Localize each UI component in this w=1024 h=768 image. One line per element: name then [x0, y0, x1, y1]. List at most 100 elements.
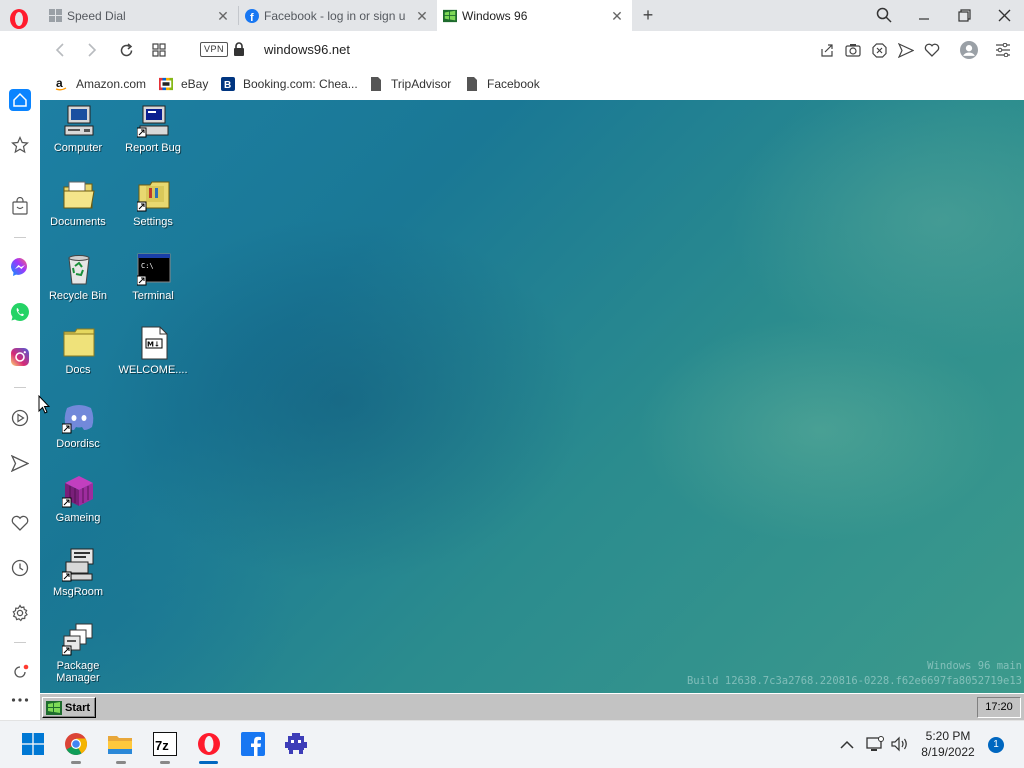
desktop-icon-documents[interactable]: Documents	[40, 178, 116, 248]
network-icon[interactable]	[866, 735, 884, 753]
instagram-icon[interactable]	[9, 346, 31, 368]
share-icon[interactable]	[818, 41, 836, 59]
bookmark-tripadvisor[interactable]: TripAdvisor	[369, 75, 451, 92]
tab-title: Windows 96	[462, 8, 528, 23]
desktop-icon-computer[interactable]: Computer	[40, 104, 116, 174]
tab-facebook[interactable]: f Facebook - log in or sign u ✕	[239, 0, 437, 31]
adblock-icon[interactable]	[870, 41, 888, 59]
tab-speed-dial[interactable]: Speed Dial ✕	[42, 0, 238, 31]
send-flow-icon[interactable]	[9, 452, 31, 474]
desktop-icon-terminal[interactable]: C:\ Terminal	[115, 252, 191, 322]
close-tab-icon[interactable]: ✕	[610, 9, 624, 23]
folder-icon	[63, 328, 95, 357]
svg-text:B: B	[224, 80, 231, 91]
player-icon[interactable]	[9, 407, 31, 429]
history-clock-icon[interactable]	[9, 557, 31, 579]
minimize-icon[interactable]	[915, 6, 933, 24]
opera-menu-icon[interactable]	[8, 8, 30, 30]
opera-sidebar	[0, 31, 40, 720]
sidebar-divider	[14, 237, 26, 238]
bookmark-label: Amazon.com	[76, 76, 147, 91]
desktop-icon-gameing[interactable]: Gameing	[40, 474, 116, 544]
system-clock[interactable]: 5:20 PM 8/19/2022	[918, 728, 978, 760]
desktop-icon-msgroom[interactable]: MsgRoom	[40, 548, 116, 618]
settings-folder-icon	[137, 181, 170, 212]
facebook-taskbar-icon[interactable]	[240, 731, 266, 757]
back-icon[interactable]	[50, 40, 70, 60]
desktop-icon-report-bug[interactable]: Report Bug	[115, 104, 191, 174]
settings-gear-icon[interactable]	[9, 602, 31, 624]
desktop-icon-label: Docs	[65, 364, 91, 376]
desktop-icon-label: Doordisc	[56, 438, 100, 450]
app-running-indicator	[71, 761, 81, 764]
opera-taskbar-icon[interactable]	[196, 731, 222, 757]
star-bookmarks-icon[interactable]	[9, 134, 31, 156]
update-recovery-icon[interactable]	[9, 661, 31, 683]
close-window-icon[interactable]	[995, 6, 1013, 24]
bookmark-label: TripAdvisor	[391, 76, 452, 91]
lock-icon[interactable]	[233, 42, 245, 56]
url-field[interactable]: windows96.net	[264, 42, 350, 57]
7zip-icon[interactable]: 7z	[152, 731, 178, 757]
restore-icon[interactable]	[955, 6, 973, 24]
desktop-icon-welcome[interactable]: M↓ WELCOME....	[115, 326, 191, 396]
bookmark-label: eBay	[181, 76, 209, 91]
report-bug-icon	[137, 105, 169, 138]
svg-text:f: f	[250, 12, 254, 23]
app-running-indicator	[160, 761, 170, 764]
bookmark-facebook[interactable]: Facebook	[465, 75, 540, 92]
whatsapp-icon[interactable]	[9, 301, 31, 323]
start-button[interactable]: Start	[42, 697, 96, 718]
page-icon	[369, 76, 383, 91]
desktop-icon-label: Recycle Bin	[48, 290, 108, 302]
profile-avatar-icon[interactable]	[960, 41, 978, 59]
ebay-icon	[159, 77, 173, 91]
bookmark-booking[interactable]: B Booking.com: Chea...	[221, 75, 358, 92]
windows-taskbar: 7z 5:20 PM 8/19/2022 1	[0, 720, 1024, 768]
bookmark-ebay[interactable]: eBay	[159, 75, 208, 92]
pinboards-heart-icon[interactable]	[9, 512, 31, 534]
desktop-icon-settings[interactable]: Settings	[115, 178, 191, 248]
build-watermark-version: Build 12638.7c3a2768.220816-0228.f62e669…	[686, 675, 1022, 687]
game-alien-icon[interactable]	[283, 731, 309, 757]
send-to-flow-icon[interactable]	[897, 41, 915, 59]
chrome-icon[interactable]	[63, 731, 89, 757]
messenger-icon[interactable]	[9, 256, 31, 278]
forward-icon[interactable]	[82, 40, 102, 60]
tab-search-icon[interactable]	[875, 6, 893, 24]
desktop-icon-doordisc[interactable]: Doordisc	[40, 400, 116, 470]
file-explorer-icon[interactable]	[107, 731, 133, 757]
desktop-icon-label: MsgRoom	[52, 586, 104, 598]
desktop-icon-label: Computer	[53, 142, 103, 154]
recycle-bin-icon	[68, 255, 90, 285]
home-icon[interactable]	[9, 89, 31, 111]
desktop-icon-docs[interactable]: Docs	[40, 326, 116, 396]
heart-bookmark-icon[interactable]	[923, 41, 941, 59]
windows-start-icon[interactable]	[20, 731, 46, 757]
notification-badge[interactable]: 1	[988, 737, 1004, 753]
shopping-bag-icon[interactable]	[9, 195, 31, 217]
desktop-icon-package-manager[interactable]: Package Manager	[40, 622, 116, 692]
volume-icon[interactable]	[891, 735, 909, 753]
close-tab-icon[interactable]: ✕	[415, 9, 429, 23]
snapshot-camera-icon[interactable]	[844, 41, 862, 59]
computer-icon	[64, 105, 94, 136]
show-hidden-icons-chevron-icon[interactable]	[838, 735, 856, 753]
bookmark-amazon[interactable]: a Amazon.com	[54, 75, 146, 92]
tab-windows96[interactable]: Windows 96 ✕	[437, 0, 632, 31]
cube-icon	[62, 476, 93, 508]
svg-text:M↓: M↓	[147, 341, 160, 349]
svg-text:C:\: C:\	[141, 262, 154, 270]
desktop-icon-label: Package Manager	[56, 660, 100, 684]
clock-time: 5:20 PM	[925, 729, 971, 743]
desktop-icon-recycle-bin[interactable]: Recycle Bin	[40, 252, 116, 322]
reload-icon[interactable]	[116, 40, 136, 60]
new-tab-button[interactable]: +	[640, 6, 656, 24]
desktop-icon-label: Documents	[50, 216, 106, 228]
tabs-grid-icon[interactable]	[149, 40, 169, 60]
more-options-icon[interactable]	[9, 689, 31, 711]
close-tab-icon[interactable]: ✕	[216, 9, 230, 23]
vpn-badge[interactable]: VPN	[200, 42, 229, 57]
easy-setup-icon[interactable]	[994, 41, 1012, 59]
page-icon	[465, 76, 479, 91]
